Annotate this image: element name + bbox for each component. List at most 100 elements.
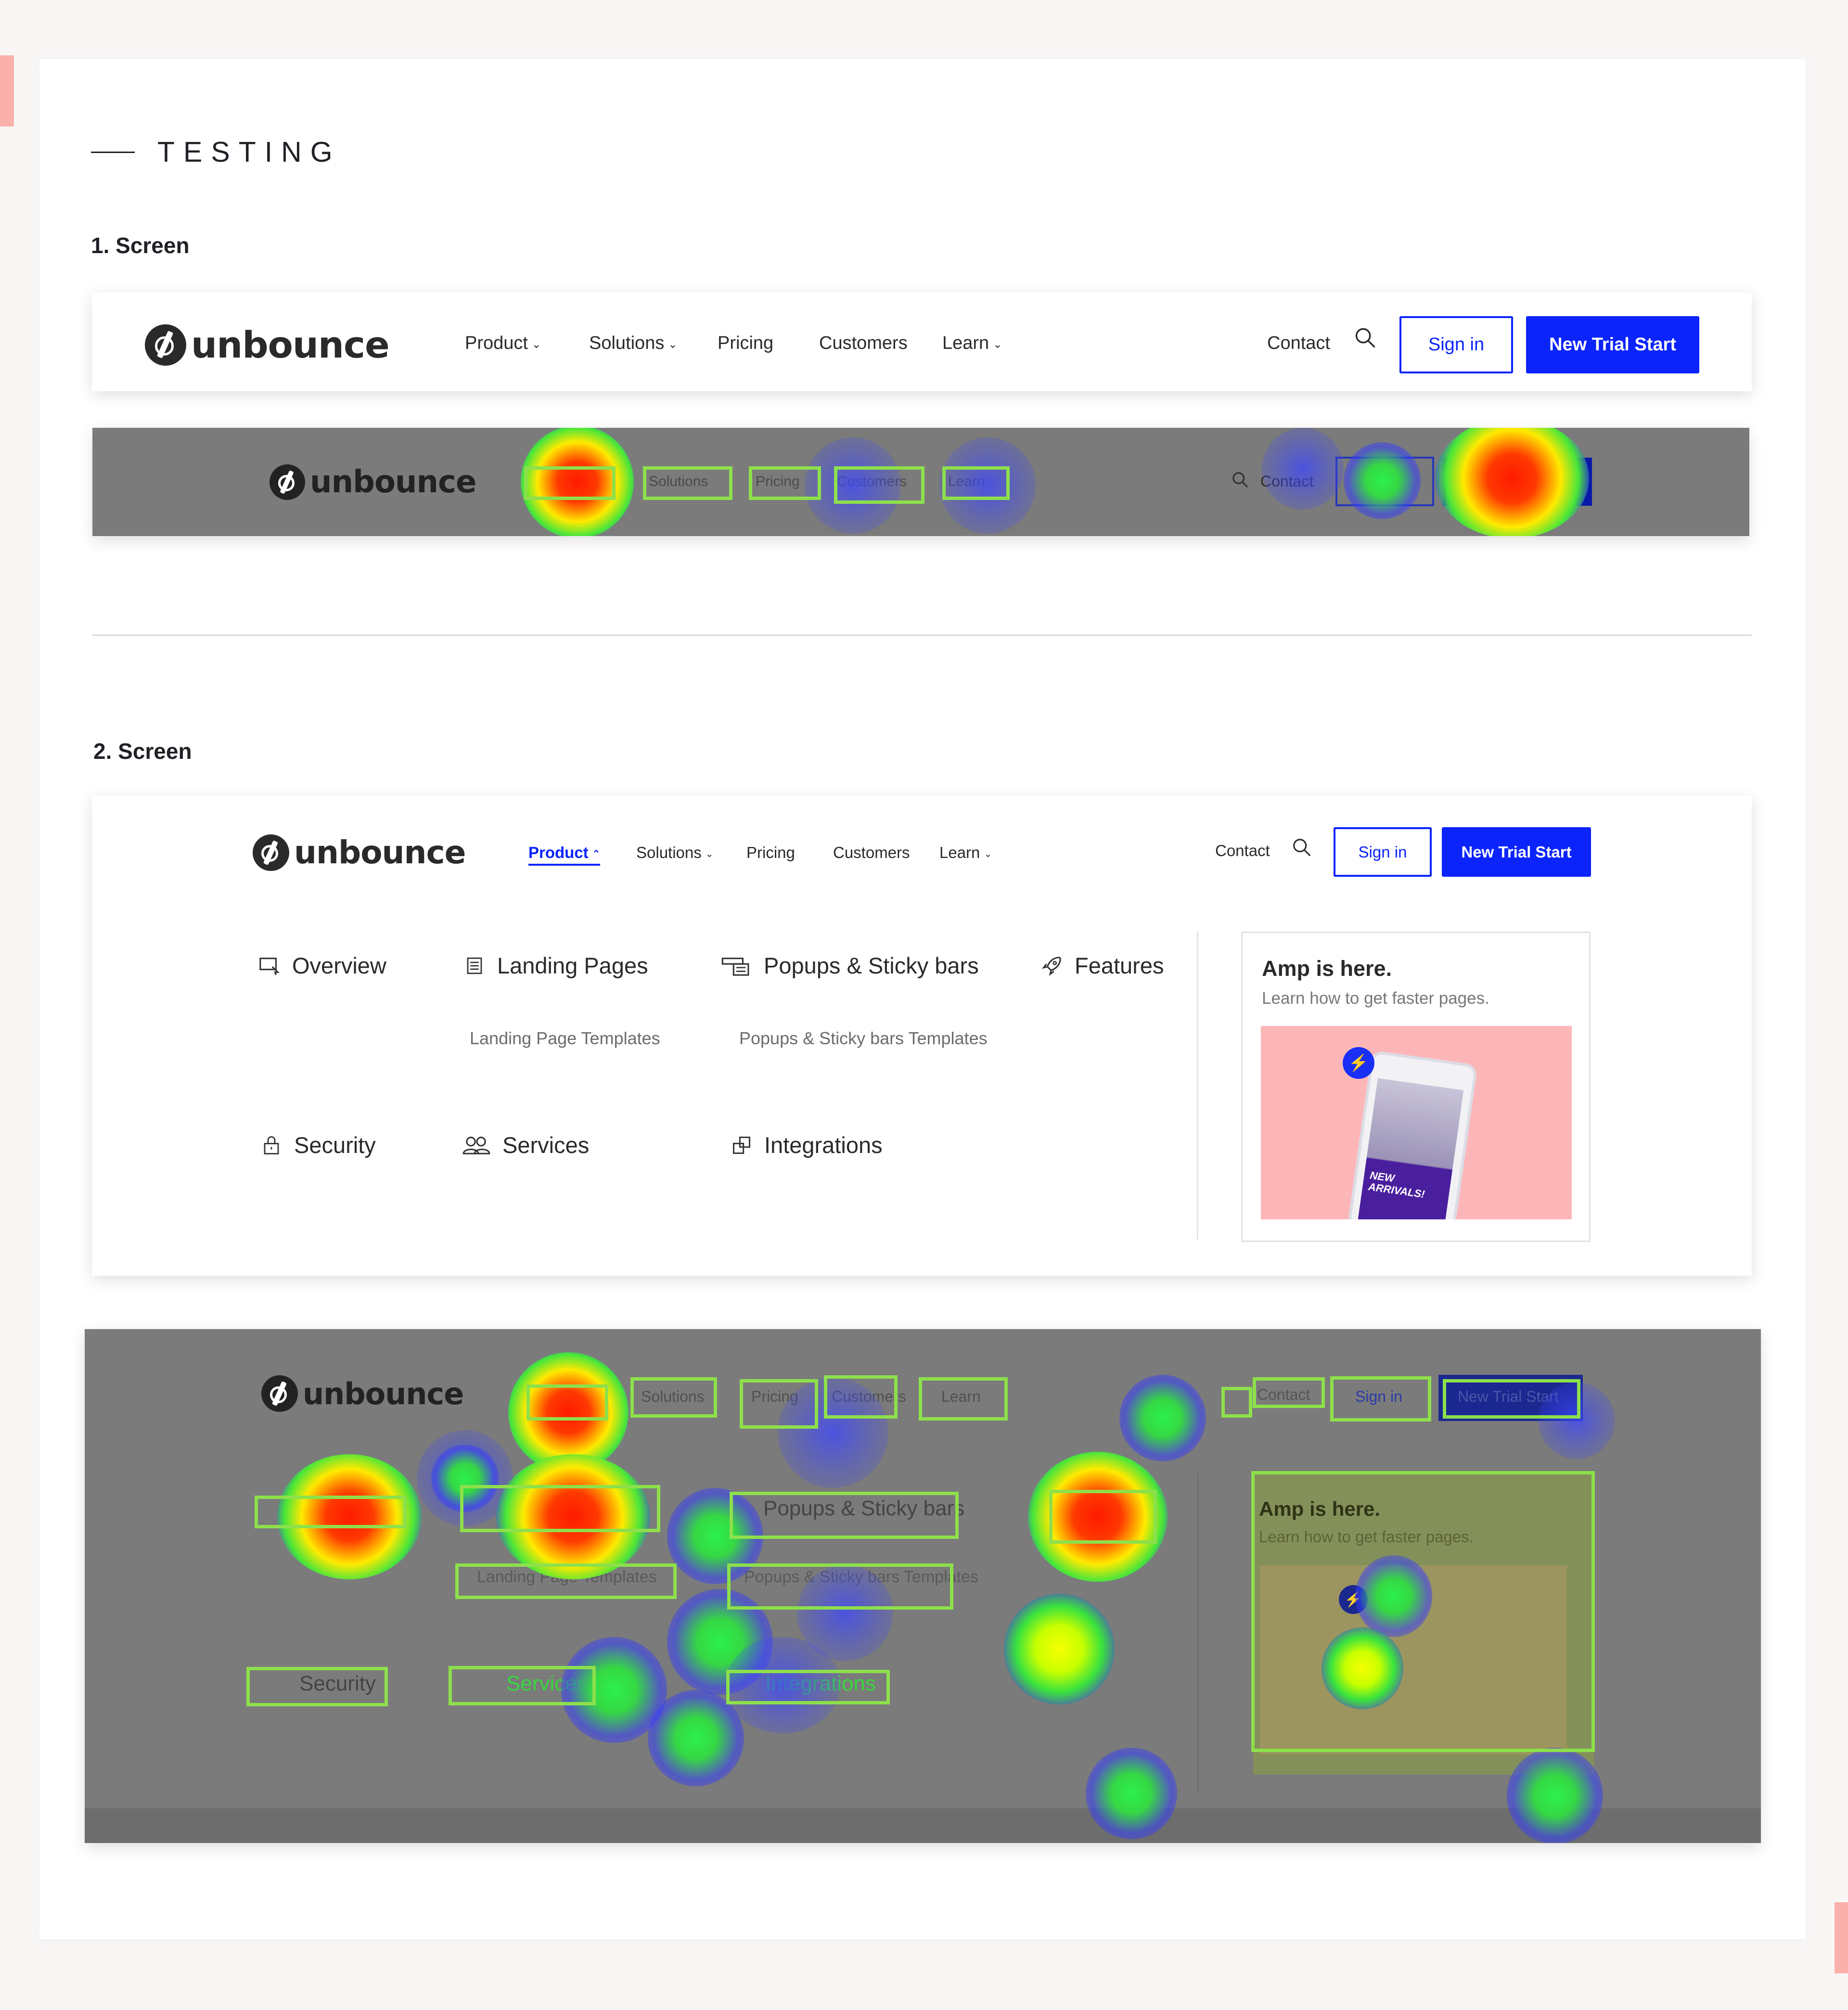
menu-integrations-label: Integrations	[764, 1132, 883, 1158]
nav-solutions[interactable]: Solutions ⌄	[589, 333, 677, 354]
screen1-label: 1. Screen	[91, 233, 190, 258]
popups-templates-link[interactable]: Popups & Sticky bars Templates	[739, 1028, 988, 1049]
nav-contact[interactable]: Contact	[1267, 333, 1330, 354]
heat-box-solutions	[630, 1377, 717, 1418]
heat-box-solutions	[643, 466, 732, 500]
heat-box-new-trial	[1443, 1379, 1580, 1419]
promo-title: Amp is here.	[1262, 956, 1392, 981]
rocket-icon	[1040, 954, 1064, 978]
overview-icon	[257, 954, 282, 978]
promo-image: NEW ARRIVALS! ⚡	[1261, 1026, 1572, 1219]
chevron-down-icon: ⌄	[993, 338, 1002, 350]
heat-box-features	[1049, 1490, 1157, 1544]
logo-text: unbounce	[191, 323, 390, 366]
heat-box-popups-templates	[727, 1563, 953, 1610]
new-trial-start-button[interactable]: New Trial Start	[1442, 827, 1591, 877]
menu-security[interactable]: Security	[259, 1132, 376, 1158]
heat-nav-contact: Contact	[1260, 473, 1314, 490]
promo-card[interactable]: Amp is here. Learn how to get faster pag…	[1241, 932, 1591, 1242]
nav-learn[interactable]: Learn ⌄	[939, 844, 992, 862]
accent-bar-top-left	[0, 55, 14, 127]
promo-subtitle: Learn how to get faster pages.	[1262, 989, 1489, 1008]
menu-security-label: Security	[294, 1132, 376, 1158]
logo-text: unbounce	[303, 1376, 464, 1411]
nav-learn-label: Learn	[942, 333, 989, 353]
screen2-label: 2. Screen	[93, 739, 192, 764]
section-divider	[92, 634, 1752, 636]
heat-spot	[648, 1690, 744, 1786]
heat-spot	[1262, 428, 1344, 510]
nav-contact[interactable]: Contact	[1215, 842, 1270, 860]
heat-box-overview	[255, 1496, 407, 1528]
chevron-down-icon: ⌄	[531, 338, 541, 350]
heat-bottom-strip	[85, 1808, 1761, 1843]
heat-box-landing-templates	[455, 1563, 677, 1599]
popups-icon	[719, 954, 753, 978]
menu-overview[interactable]: Overview	[257, 952, 386, 979]
integrations-icon	[730, 1133, 754, 1157]
menu-landing-pages-label: Landing Pages	[497, 953, 648, 978]
nav-customers[interactable]: Customers	[819, 333, 908, 354]
heatmap-logo: unbounce	[261, 1375, 464, 1412]
phone-illustration: NEW ARRIVALS!	[1350, 1053, 1475, 1219]
search-icon[interactable]	[1353, 325, 1378, 353]
menu-services[interactable]: Services	[461, 1132, 589, 1158]
heat-box-customers	[824, 1375, 898, 1419]
heat-spot	[1004, 1594, 1115, 1704]
heat-box-contact-icon	[1221, 1387, 1252, 1418]
new-trial-start-button[interactable]: New Trial Start	[1526, 316, 1699, 373]
menu-integrations[interactable]: Integrations	[730, 1132, 883, 1158]
menu-features[interactable]: Features	[1040, 952, 1164, 979]
heat-box-product	[524, 466, 616, 500]
unbounce-logo-icon	[253, 834, 289, 871]
nav-solutions-label: Solutions	[589, 333, 665, 353]
sign-in-button[interactable]: Sign in	[1399, 316, 1513, 373]
nav-learn-label: Learn	[939, 844, 980, 861]
nav-product-active[interactable]: Product ⌃	[528, 844, 601, 866]
menu-popups[interactable]: Popups & Sticky bars	[719, 952, 979, 979]
nav-pricing[interactable]: Pricing	[746, 844, 795, 862]
heatmap-logo: unbounce	[270, 464, 476, 500]
landing-pages-icon	[462, 954, 487, 978]
heat-spot	[1119, 1375, 1206, 1461]
unbounce-logo-icon	[261, 1375, 298, 1412]
nav-product-label: Product	[465, 333, 528, 353]
heat-box-learn	[919, 1377, 1008, 1421]
nav-product[interactable]: Product ⌄	[465, 333, 541, 354]
heat-box-product	[526, 1384, 608, 1421]
menu-landing-pages[interactable]: Landing Pages	[462, 952, 648, 979]
menu-popups-label: Popups & Sticky bars	[764, 953, 979, 978]
chevron-down-icon: ⌄	[984, 849, 992, 859]
heat-menu-divider	[1197, 1473, 1199, 1791]
heat-box-popups	[730, 1492, 959, 1539]
lock-icon	[259, 1133, 283, 1157]
section-rule	[91, 152, 135, 153]
heat-box-learn	[942, 466, 1010, 500]
landing-page-templates-link[interactable]: Landing Page Templates	[470, 1028, 660, 1049]
logo-text: unbounce	[294, 834, 466, 871]
unbounce-logo[interactable]: unbounce	[145, 323, 390, 366]
chevron-down-icon: ⌄	[668, 338, 678, 350]
search-icon[interactable]	[1291, 836, 1313, 861]
phone-image-text: NEW ARRIVALS!	[1367, 1169, 1426, 1201]
menu-column-divider	[1197, 932, 1198, 1241]
heat-search-icon	[1231, 470, 1250, 492]
logo-text: unbounce	[310, 464, 476, 500]
nav-pricing[interactable]: Pricing	[718, 333, 773, 354]
sign-in-button[interactable]: Sign in	[1334, 827, 1432, 877]
unbounce-logo[interactable]: unbounce	[253, 834, 466, 871]
nav-solutions-label: Solutions	[636, 844, 702, 861]
heat-box-pricing	[740, 1379, 818, 1429]
unbounce-logo-icon	[145, 324, 186, 366]
nav-learn[interactable]: Learn ⌄	[942, 333, 1002, 354]
heat-box-security	[246, 1667, 388, 1706]
screen1-heatmap: unbounce Solutions Pricing Customers Lea…	[92, 428, 1749, 536]
screen1-navbar: unbounce Product ⌄ Solutions ⌄ Pricing Cus…	[92, 293, 1752, 391]
heat-box-sign-in	[1330, 1376, 1431, 1421]
heat-box-integrations	[726, 1670, 890, 1704]
heat-box-landing-pages	[460, 1485, 660, 1532]
users-icon	[461, 1133, 492, 1157]
nav-solutions[interactable]: Solutions ⌄	[636, 844, 713, 862]
nav-customers[interactable]: Customers	[833, 844, 910, 862]
accent-bar-bottom-right	[1835, 1902, 1848, 1973]
